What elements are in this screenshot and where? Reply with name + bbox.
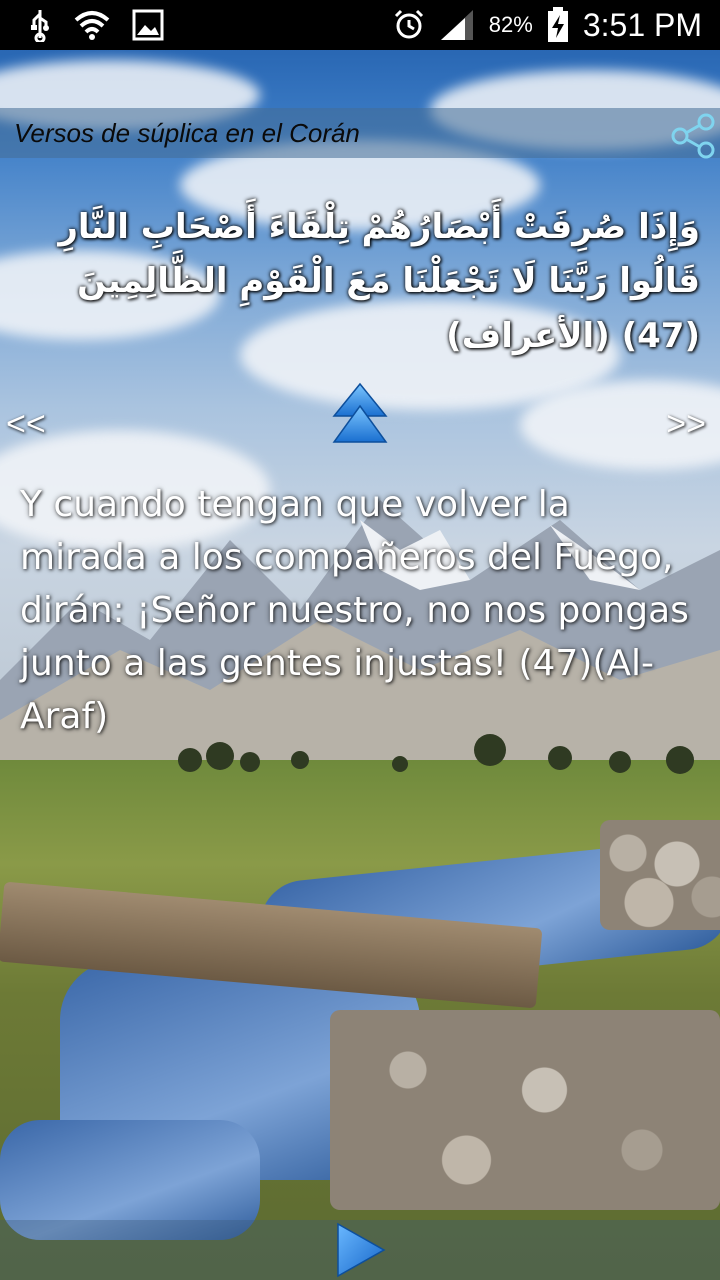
battery-charging-icon: [547, 7, 568, 42]
page-title: Versos de súplica en el Corán: [14, 117, 360, 148]
share-icon[interactable]: [666, 110, 718, 162]
verse-translation: Y cuando tengan que volver la mirada a l…: [20, 484, 689, 737]
signal-icon: [440, 10, 473, 40]
usb-icon: [31, 10, 49, 42]
clock: 3:51 PM: [582, 6, 702, 43]
title-bar: Versos de súplica en el Corán: [0, 108, 720, 159]
previous-verse-button[interactable]: <<: [6, 405, 46, 444]
image-icon: [132, 9, 164, 41]
double-chevron-up-icon[interactable]: [330, 382, 390, 444]
play-icon[interactable]: [336, 1222, 386, 1278]
alarm-icon: [394, 9, 423, 39]
status-bar: 82% 3:51 PM: [0, 0, 720, 50]
arabic-verse: وَإِذَا صُرِفَتْ أَبْصَارُهُمْ تِلْقَاءَ…: [58, 207, 700, 356]
battery-percent: 82%: [488, 12, 533, 37]
next-verse-button[interactable]: >>: [666, 405, 706, 444]
wifi-icon: [74, 11, 110, 40]
